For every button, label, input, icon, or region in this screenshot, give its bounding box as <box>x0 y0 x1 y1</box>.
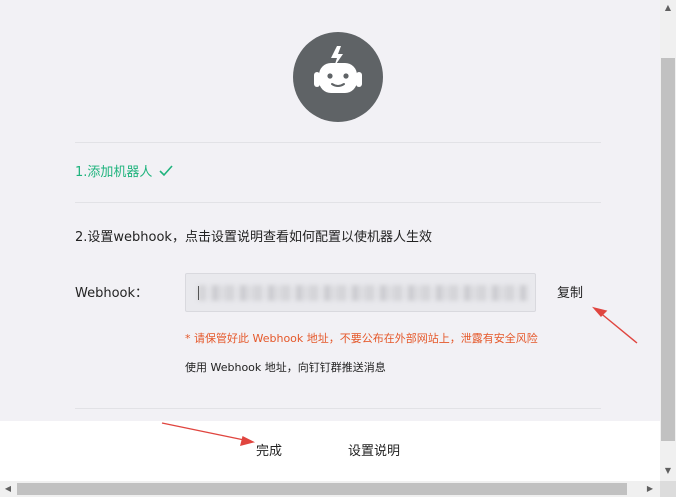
usage-hint: 使用 Webhook 地址，向钉钉群推送消息 <box>185 361 386 374</box>
robot-icon <box>314 46 362 93</box>
security-warning: * 请保管好此 Webhook 地址，不要公布在外部网站上，泄露有安全风险 <box>185 332 538 345</box>
divider <box>75 408 601 409</box>
step-1-label: 1.添加机器人 <box>75 165 153 180</box>
checkmark-icon <box>158 165 173 177</box>
webhook-url-field[interactable] <box>185 273 536 312</box>
scroll-left-icon[interactable]: ◀ <box>0 481 16 497</box>
step-2-label: 2.设置webhook，点击设置说明查看如何配置以使机器人生效 <box>75 230 432 245</box>
scroll-down-icon[interactable]: ▼ <box>660 463 676 479</box>
text-caret <box>198 286 199 300</box>
robot-avatar <box>293 32 383 122</box>
vertical-scrollbar[interactable]: ▲ ▼ <box>660 0 676 481</box>
divider <box>75 202 601 203</box>
robot-setup-dialog: 1.添加机器人 2.设置webhook，点击设置说明查看如何配置以使机器人生效 … <box>0 0 660 481</box>
copy-button[interactable]: 复制 <box>557 285 583 303</box>
divider <box>75 142 601 143</box>
horizontal-scrollbar[interactable]: ◀ ▶ <box>0 481 660 497</box>
dialog-footer <box>0 421 660 481</box>
done-button[interactable]: 完成 <box>256 443 282 461</box>
scroll-up-icon[interactable]: ▲ <box>660 0 676 16</box>
webhook-label: Webhook： <box>75 286 149 301</box>
webhook-url-redacted <box>198 285 528 301</box>
setup-help-button[interactable]: 设置说明 <box>348 443 400 461</box>
scrollbar-corner <box>660 481 676 497</box>
horizontal-scroll-thumb[interactable] <box>17 483 627 495</box>
step-1-status: 1.添加机器人 <box>75 164 173 182</box>
scroll-right-icon[interactable]: ▶ <box>642 481 658 497</box>
vertical-scroll-thumb[interactable] <box>661 58 675 441</box>
